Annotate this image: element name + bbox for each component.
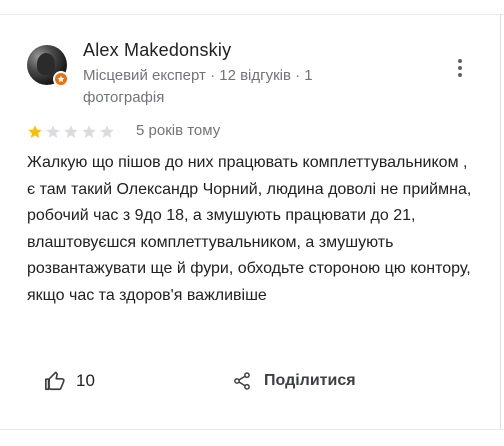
- more-vert-icon-dot: [458, 59, 462, 63]
- author-name[interactable]: Alex Makedonskiy: [83, 40, 231, 61]
- author-avatar[interactable]: [27, 45, 71, 89]
- review-time: 5 років тому: [136, 122, 221, 139]
- star-empty-icon: [82, 125, 96, 138]
- more-options-button[interactable]: [449, 56, 471, 80]
- star-empty-icon: [64, 125, 78, 138]
- share-icon: [234, 372, 250, 390]
- like-count: 10: [76, 371, 95, 390]
- local-guide-badge-icon: [53, 71, 69, 87]
- star-filled-icon: [28, 125, 42, 138]
- share-button[interactable]: Поділитися: [232, 367, 356, 395]
- star-icon: [57, 75, 65, 83]
- like-button[interactable]: 10: [44, 367, 95, 395]
- review-text: Жалкую що пішов до них працювать комплет…: [27, 154, 472, 304]
- more-vert-icon-dot: [458, 73, 462, 77]
- top-divider: [0, 14, 504, 15]
- star-empty-icon: [100, 125, 114, 138]
- star-rating: [27, 124, 115, 140]
- star-empty-icon: [46, 125, 60, 138]
- author-meta: Місцевий експерт · 12 відгуків · 1 фотог…: [83, 67, 313, 106]
- right-border: [500, 14, 501, 430]
- more-vert-icon-dot: [458, 66, 462, 70]
- thumbs-up-icon: [45, 371, 65, 391]
- bottom-divider: [0, 429, 504, 430]
- share-label: Поділитися: [264, 372, 356, 389]
